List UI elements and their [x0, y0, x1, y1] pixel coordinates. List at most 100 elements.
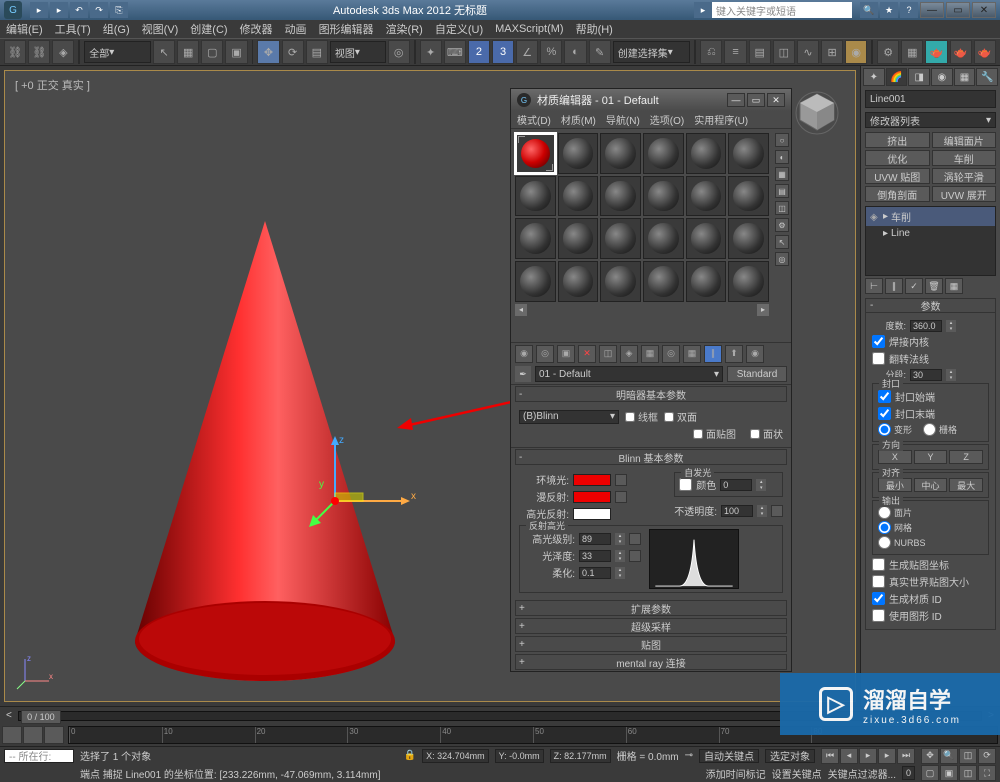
slot-9[interactable]	[600, 176, 641, 217]
diffuse-map-button[interactable]	[615, 491, 627, 503]
add-time-tag[interactable]: 添加时间标记	[706, 766, 766, 781]
side-uv-icon[interactable]: ▤	[775, 184, 789, 198]
mat-minimize-button[interactable]: —	[727, 93, 745, 107]
mat-menu-util[interactable]: 实用程序(U)	[694, 112, 748, 127]
mat-effect-icon[interactable]: ◎	[662, 345, 680, 363]
track-btn2[interactable]	[23, 726, 43, 744]
tb-more-icon[interactable]: ▸	[694, 2, 712, 18]
transport-next-icon[interactable]: ▸	[878, 748, 896, 764]
mat-copy-icon[interactable]: ◫	[599, 345, 617, 363]
two-sided-checkbox[interactable]	[664, 412, 674, 422]
nav-max-icon[interactable]: ⛶	[978, 765, 996, 781]
slot-13[interactable]	[515, 218, 556, 259]
align-min-button[interactable]: 最小	[878, 478, 912, 492]
stack-pin-icon[interactable]: ⊢	[865, 278, 883, 294]
mat-reset-icon[interactable]: ✕	[578, 345, 596, 363]
selfillum-spinner[interactable]: 0	[720, 479, 752, 491]
slot-16[interactable]	[643, 218, 684, 259]
menu-customize[interactable]: 自定义(U)	[435, 21, 483, 37]
menu-tools[interactable]: 工具(T)	[55, 21, 91, 37]
menu-create[interactable]: 创建(C)	[190, 21, 227, 37]
tool-center-icon[interactable]: ◎	[388, 40, 410, 64]
side-vid-icon[interactable]: ◫	[775, 201, 789, 215]
selset-button[interactable]: 选定对象	[765, 749, 815, 763]
slot-2[interactable]	[558, 133, 599, 174]
mat-showmap-icon[interactable]: ▦	[683, 345, 701, 363]
keyfilter-button[interactable]: 关键点过滤器...	[828, 766, 896, 781]
align-max-button[interactable]: 最大	[949, 478, 983, 492]
mat-menu-material[interactable]: 材质(M)	[561, 112, 596, 127]
tool-rotate-icon[interactable]: ⟳	[282, 40, 304, 64]
wire-checkbox[interactable]	[625, 412, 635, 422]
nav-zoom-icon[interactable]: 🔍	[940, 748, 958, 764]
transport-end-icon[interactable]: ⏭	[897, 748, 915, 764]
spec-level-map-button[interactable]	[629, 533, 641, 545]
stack-config-icon[interactable]: ▦	[945, 278, 963, 294]
tab-modify-icon[interactable]: 🌈	[886, 68, 908, 86]
slot-19[interactable]	[515, 261, 556, 302]
spec-level-spinner[interactable]: 89	[579, 533, 611, 545]
mat-unique-icon[interactable]: ◈	[620, 345, 638, 363]
tab-create-icon[interactable]: ✦	[863, 68, 885, 86]
gloss-map-button[interactable]	[629, 550, 641, 562]
tool-render-icon[interactable]: 🫖	[925, 40, 947, 64]
tool-move-icon[interactable]: ✥	[257, 40, 279, 64]
stack-line[interactable]: ▸Line	[866, 226, 995, 241]
coord-x[interactable]: X: 324.704mm	[422, 749, 489, 763]
ambient-swatch[interactable]	[573, 474, 611, 486]
tool-rect-icon[interactable]: ▢	[201, 40, 223, 64]
slot-14[interactable]	[558, 218, 599, 259]
slot-7[interactable]	[515, 176, 556, 217]
soften-spinner[interactable]: 0.1	[579, 567, 611, 579]
mod-turbosmooth[interactable]: 涡轮平滑	[932, 168, 997, 184]
rollout-extended[interactable]: +扩展参数	[515, 600, 787, 616]
nav-zoomext-icon[interactable]: ▢	[921, 765, 939, 781]
tool-rfw-icon[interactable]: ▦	[901, 40, 923, 64]
gen-ids-checkbox[interactable]	[872, 592, 885, 605]
nav-region-icon[interactable]: ◫	[959, 765, 977, 781]
menu-grapheditors[interactable]: 图形编辑器	[319, 21, 374, 37]
slot-15[interactable]	[600, 218, 641, 259]
setkey-button[interactable]: 设置关键点	[772, 766, 822, 781]
mat-putlib-icon[interactable]: ▦	[641, 345, 659, 363]
tool-curve-icon[interactable]: ∿	[797, 40, 819, 64]
search-icon[interactable]: 🔍	[860, 2, 878, 18]
tool-graphite-icon[interactable]: ◫	[773, 40, 795, 64]
tb-open-icon[interactable]: ▸	[30, 2, 48, 18]
align-center-button[interactable]: 中心	[914, 478, 948, 492]
tool-unlink-icon[interactable]: ⛓	[28, 40, 50, 64]
rollout-mentalray[interactable]: +mental ray 连接	[515, 654, 787, 670]
menu-rendering[interactable]: 渲染(R)	[386, 21, 423, 37]
tool-material-icon[interactable]: ◉	[845, 40, 867, 64]
tab-utilities-icon[interactable]: 🔧	[976, 68, 998, 86]
cap-start-checkbox[interactable]	[878, 390, 891, 403]
tb-save-icon[interactable]: ▸	[50, 2, 68, 18]
segments-spinner[interactable]: 30	[910, 369, 942, 381]
slot-8[interactable]	[558, 176, 599, 217]
modifier-list-dropdown[interactable]: 修改器列表▾	[865, 112, 996, 128]
tool-align-icon[interactable]: ≡	[724, 40, 746, 64]
slot-23[interactable]	[686, 261, 727, 302]
out-nurbs-radio[interactable]	[878, 536, 891, 549]
coord-z[interactable]: Z: 82.177mm	[550, 749, 611, 763]
close-button[interactable]: ✕	[972, 2, 996, 18]
side-opts-icon[interactable]: ⚙	[775, 218, 789, 232]
transport-start-icon[interactable]: ⏮	[821, 748, 839, 764]
side-bg-icon[interactable]: ▦	[775, 167, 789, 181]
slot-1[interactable]	[515, 133, 556, 174]
opacity-map-button[interactable]	[771, 505, 783, 517]
gloss-spinner[interactable]: 33	[579, 550, 611, 562]
coord-y[interactable]: Y: -0.0mm	[495, 749, 544, 763]
mat-gopar-icon[interactable]: ⬆	[725, 345, 743, 363]
tool-select-icon[interactable]: ↖	[153, 40, 175, 64]
transport-play-icon[interactable]: ▸	[859, 748, 877, 764]
menu-edit[interactable]: 编辑(E)	[6, 21, 43, 37]
mod-lathe[interactable]: 车削	[932, 150, 997, 166]
frame-input[interactable]: 0	[902, 766, 915, 780]
rollout-supersample[interactable]: +超级采样	[515, 618, 787, 634]
object-name-input[interactable]: Line001	[865, 90, 996, 108]
side-maps-icon[interactable]: ◎	[775, 252, 789, 266]
ambient-map-button[interactable]	[615, 474, 627, 486]
tool-snap2-icon[interactable]: 2	[468, 40, 490, 64]
shader-dropdown[interactable]: (B)Blinn▾	[519, 410, 619, 424]
